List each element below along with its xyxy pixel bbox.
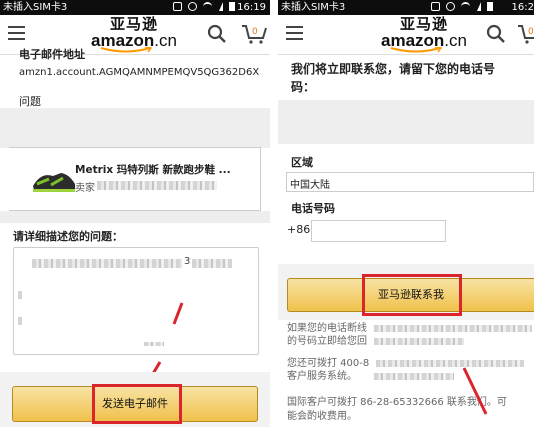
phone-number-label: 电话号码	[291, 202, 335, 215]
region-select[interactable]: 中国大陆	[286, 172, 534, 192]
redacted-text-line	[192, 259, 232, 268]
redacted-seller-name	[97, 181, 217, 190]
logo-domain-suffix: .cn	[444, 31, 467, 50]
amazon-logo[interactable]: 亚马逊 amazon.cn	[370, 16, 478, 54]
seller-prefix: 卖家	[75, 183, 95, 194]
country-code: +86	[287, 223, 311, 236]
redacted-text-line	[18, 317, 22, 325]
right-phone-screen: 未插入SIM卡3 16:2 亚马逊 amazon.cn 0 我们将立即联系您，请…	[278, 0, 534, 427]
product-card[interactable]: Metrix 玛特列斯 新款跑步鞋 ... 卖家	[9, 147, 261, 211]
email-address-value: amzn1.account.AGMQAMNMPEMQV5QG362D6X	[19, 67, 260, 78]
amazon-logo[interactable]: 亚马逊 amazon.cn	[80, 16, 188, 54]
signal-icon	[218, 2, 223, 11]
textarea-visible-fragment: 3	[184, 256, 191, 267]
carrier-label: 未插入SIM卡3	[281, 2, 346, 13]
international-info-line2: 能会酌收费用。	[287, 411, 357, 422]
carrier-label: 未插入SIM卡3	[3, 2, 68, 13]
svg-text:0: 0	[252, 27, 258, 37]
section-separator	[0, 211, 270, 223]
battery-icon	[486, 2, 493, 11]
hotline-info-line2: 客户服务系统。	[287, 371, 357, 382]
status-bar: 未插入SIM卡3 16:2	[278, 0, 534, 15]
product-title: Metrix 玛特列斯 新款跑步鞋 ...	[75, 164, 231, 176]
redacted-text-line	[18, 291, 22, 299]
section-separator	[278, 100, 534, 144]
screenshot-divider	[270, 0, 278, 427]
menu-icon[interactable]	[8, 26, 25, 40]
left-phone-screen: 未插入SIM卡3 16:19 亚马逊 amazon.cn 0 电子邮件地址 am…	[0, 0, 270, 427]
call-me-intro-line2: 码：	[291, 80, 316, 94]
redacted-text-line	[32, 259, 182, 268]
redacted-text	[374, 325, 532, 332]
smile-arrow-icon	[100, 47, 152, 53]
battery-icon	[228, 2, 235, 11]
describe-problem-label: 请详细描述您的问题：	[13, 230, 123, 243]
wifi-icon	[461, 2, 471, 11]
signal-icon	[476, 2, 481, 11]
redacted-text	[376, 360, 524, 367]
email-address-label: 电子邮件地址	[19, 48, 85, 61]
redacted-text	[374, 338, 464, 345]
callback-info-line1: 如果您的电话断线	[287, 323, 367, 334]
shopping-icon	[173, 2, 182, 11]
annotation-arrow	[462, 367, 488, 415]
clock: 16:2	[511, 2, 534, 13]
hotline-info-line1: 您还可拨打 400-8	[287, 358, 370, 369]
problem-label: 问题	[19, 95, 41, 108]
redacted-text	[374, 373, 454, 380]
running-shoe-thumbnail	[33, 173, 75, 192]
search-icon[interactable]	[207, 24, 227, 44]
clock: 16:19	[237, 2, 266, 13]
top-navigation-bar: 亚马逊 amazon.cn 0	[278, 15, 534, 55]
alarm-icon	[188, 2, 198, 11]
status-bar: 未插入SIM卡3 16:19	[0, 0, 270, 15]
search-icon[interactable]	[486, 24, 506, 44]
shopping-icon	[431, 2, 440, 11]
svg-text:0: 0	[528, 27, 534, 37]
wifi-icon	[203, 2, 213, 11]
cart-icon[interactable]: 0	[240, 23, 268, 45]
cart-icon[interactable]: 0	[516, 23, 534, 45]
highlight-box	[362, 274, 462, 316]
logo-domain-suffix: .cn	[154, 31, 177, 50]
alarm-icon	[446, 2, 456, 11]
region-select-value: 中国大陆	[290, 180, 330, 191]
smile-arrow-icon	[390, 47, 442, 53]
problem-description-textarea[interactable]: 3	[13, 247, 259, 355]
logo-chinese-text: 亚马逊	[109, 15, 158, 33]
callback-info-line2: 的号码立即给您回	[287, 336, 367, 347]
highlight-box	[92, 384, 182, 424]
section-separator	[0, 108, 270, 148]
call-me-intro-line1: 我们将立即联系您，请留下您的电话号	[291, 62, 496, 76]
menu-icon[interactable]	[286, 26, 303, 40]
region-label: 区域	[291, 156, 313, 169]
phone-number-input[interactable]	[311, 220, 446, 242]
logo-chinese-text: 亚马逊	[399, 15, 448, 33]
